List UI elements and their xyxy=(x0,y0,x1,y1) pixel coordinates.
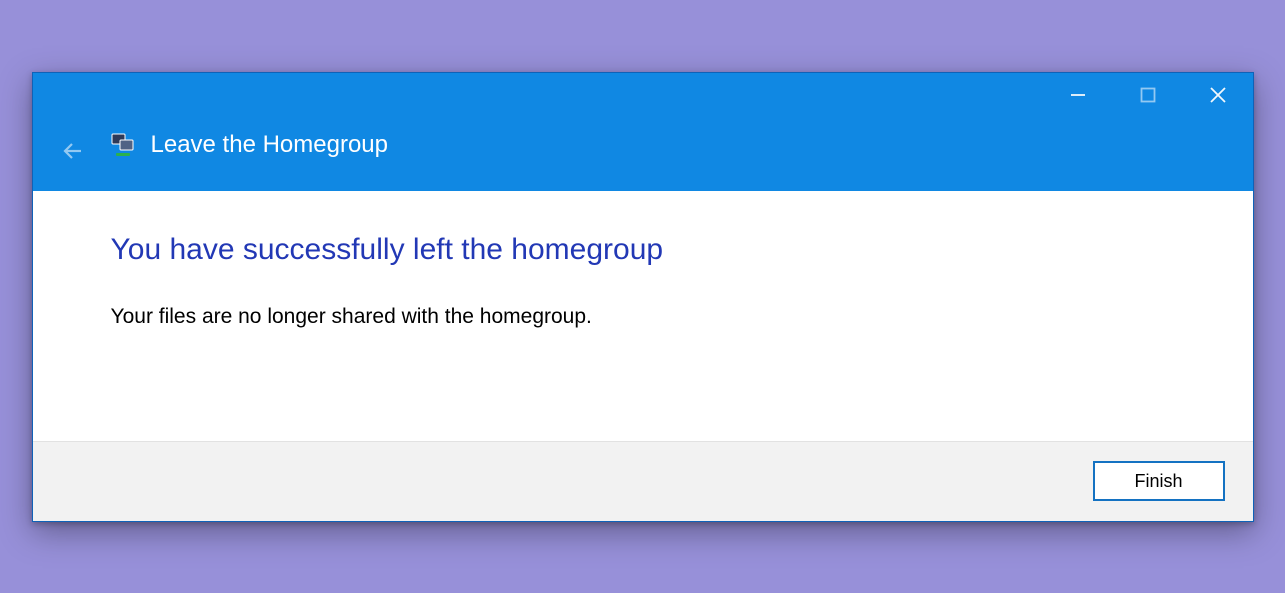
close-button[interactable] xyxy=(1183,73,1253,117)
titlebar: Leave the Homegroup xyxy=(33,73,1253,191)
close-icon xyxy=(1208,85,1228,105)
page-heading: You have successfully left the homegroup xyxy=(111,233,1175,267)
footer: Finish xyxy=(33,441,1253,521)
title-row: Leave the Homegroup xyxy=(109,131,389,159)
minimize-icon xyxy=(1069,86,1087,104)
window-controls xyxy=(1043,73,1253,117)
window-title: Leave the Homegroup xyxy=(151,131,389,159)
page-body-text: Your files are no longer shared with the… xyxy=(111,305,1175,329)
maximize-button xyxy=(1113,73,1183,117)
back-arrow-icon xyxy=(61,139,85,163)
finish-button[interactable]: Finish xyxy=(1093,461,1225,501)
minimize-button[interactable] xyxy=(1043,73,1113,117)
homegroup-icon xyxy=(109,131,137,159)
maximize-icon xyxy=(1139,86,1157,104)
back-button xyxy=(57,135,89,167)
content-area: You have successfully left the homegroup… xyxy=(33,191,1253,441)
leave-homegroup-wizard: Leave the Homegroup You have successfull… xyxy=(32,72,1254,522)
